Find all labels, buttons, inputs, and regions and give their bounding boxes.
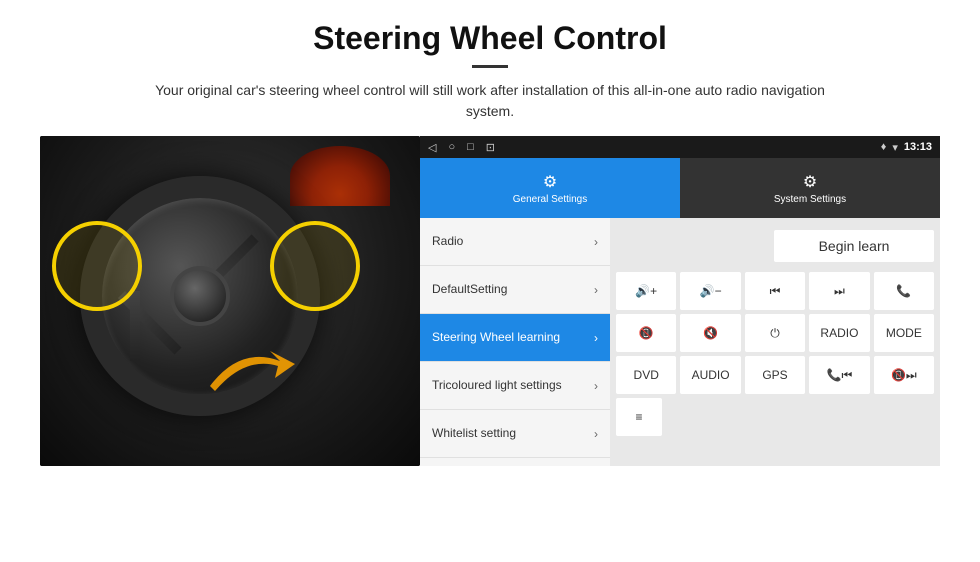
gps-button[interactable]: GPS — [745, 356, 805, 394]
menu-item-tricoloured-label: Tricoloured light settings — [432, 378, 562, 392]
menu-item-default-label: DefaultSetting — [432, 282, 507, 296]
arrow-overlay — [200, 326, 320, 406]
page-header: Steering Wheel Control Your original car… — [40, 20, 940, 122]
dvd-label: DVD — [634, 368, 659, 382]
audio-button[interactable]: AUDIO — [680, 356, 740, 394]
chevron-icon-default: › — [594, 283, 598, 297]
status-time: 13:13 — [904, 141, 932, 153]
tab-system-label: System Settings — [774, 194, 846, 205]
tel-next-icon: 📵⏭ — [891, 368, 917, 383]
status-nav-icons: ◁ ○ □ ⊡ — [428, 141, 495, 154]
wifi-icon: ▾ — [892, 141, 898, 154]
menu-icon[interactable]: ⊡ — [486, 141, 495, 154]
volume-up-button[interactable]: 🔊+ — [616, 272, 676, 310]
highlight-right — [270, 221, 360, 311]
mute-button[interactable]: 🔇 — [680, 314, 740, 352]
tel-prev-icon: 📞⏮ — [827, 368, 853, 383]
volume-down-button[interactable]: 🔊− — [680, 272, 740, 310]
menu-item-steering-wheel[interactable]: Steering Wheel learning › — [420, 314, 610, 362]
volume-up-icon: 🔊+ — [635, 284, 657, 298]
chevron-icon-whitelist: › — [594, 427, 598, 441]
status-right: ♦ ▾ 13:13 — [881, 141, 932, 154]
header-divider — [472, 65, 508, 68]
menu-list: Radio › DefaultSetting › Steering Wheel … — [420, 218, 610, 466]
phone-icon: 📞 — [896, 284, 911, 298]
gear-icon: ⚙ — [543, 172, 557, 192]
chevron-icon-steering: › — [594, 331, 598, 345]
phone-hangup-button[interactable]: 📵 — [616, 314, 676, 352]
tablet-ui: ◁ ○ □ ⊡ ♦ ▾ 13:13 ⚙ General Settings — [420, 136, 940, 466]
menu-item-whitelist[interactable]: Whitelist setting › — [420, 410, 610, 458]
chevron-icon-tricoloured: › — [594, 379, 598, 393]
hangup-icon: 📵 — [639, 326, 654, 340]
button-row-3: DVD AUDIO GPS 📞⏮ 📵⏭ — [616, 356, 934, 394]
phone-answer-button[interactable]: 📞 — [874, 272, 934, 310]
highlight-left — [52, 221, 142, 311]
list-icon: ≡ — [635, 410, 642, 424]
power-button[interactable]: ⏻ — [745, 314, 805, 352]
page-title: Steering Wheel Control — [40, 20, 940, 57]
location-icon: ♦ — [881, 141, 887, 153]
radio-label: RADIO — [820, 326, 858, 340]
chevron-icon-radio: › — [594, 235, 598, 249]
radio-button[interactable]: RADIO — [809, 314, 869, 352]
begin-learn-row: Begin learn — [616, 224, 934, 268]
home-icon[interactable]: ○ — [448, 141, 455, 154]
tab-general-settings[interactable]: ⚙ General Settings — [420, 158, 680, 218]
menu-item-whitelist-label: Whitelist setting — [432, 426, 516, 440]
button-row-1: 🔊+ 🔊− ⏮ ⏭ 📞 — [616, 272, 934, 310]
menu-item-radio-label: Radio — [432, 234, 463, 248]
dvd-button[interactable]: DVD — [616, 356, 676, 394]
mode-button[interactable]: MODE — [874, 314, 934, 352]
begin-learn-button[interactable]: Begin learn — [774, 230, 934, 262]
settings-tabs: ⚙ General Settings ⚙ System Settings — [420, 158, 940, 218]
prev-track-button[interactable]: ⏮ — [745, 272, 805, 310]
status-bar: ◁ ○ □ ⊡ ♦ ▾ 13:13 — [420, 136, 940, 158]
mute-icon: 🔇 — [703, 326, 718, 340]
back-icon[interactable]: ◁ — [428, 141, 436, 154]
mode-label: MODE — [886, 326, 922, 340]
tablet-main: Radio › DefaultSetting › Steering Wheel … — [420, 218, 940, 466]
menu-item-tricoloured[interactable]: Tricoloured light settings › — [420, 362, 610, 410]
tel-prev-button[interactable]: 📞⏮ — [809, 356, 869, 394]
system-icon: ⚙ — [803, 172, 817, 192]
right-panel: Begin learn 🔊+ 🔊− ⏮ — [610, 218, 940, 466]
steering-wheel-image — [40, 136, 420, 466]
next-track-icon: ⏭ — [834, 284, 845, 299]
prev-track-icon: ⏮ — [770, 284, 781, 299]
volume-down-icon: 🔊− — [700, 284, 722, 298]
gps-label: GPS — [762, 368, 787, 382]
tab-general-label: General Settings — [513, 194, 588, 205]
content-area: ◁ ○ □ ⊡ ♦ ▾ 13:13 ⚙ General Settings — [40, 136, 940, 466]
button-row-2: 📵 🔇 ⏻ RADIO MODE — [616, 314, 934, 352]
tab-system-settings[interactable]: ⚙ System Settings — [680, 158, 940, 218]
menu-item-default-setting[interactable]: DefaultSetting › — [420, 266, 610, 314]
audio-label: AUDIO — [692, 368, 730, 382]
next-track-button[interactable]: ⏭ — [809, 272, 869, 310]
header-description: Your original car's steering wheel contr… — [140, 80, 840, 122]
power-icon: ⏻ — [770, 326, 780, 341]
page-wrapper: Steering Wheel Control Your original car… — [0, 0, 980, 476]
button-row-4: ≡ — [616, 398, 934, 436]
tel-next-button[interactable]: 📵⏭ — [874, 356, 934, 394]
list-menu-button[interactable]: ≡ — [616, 398, 662, 436]
menu-item-radio[interactable]: Radio › — [420, 218, 610, 266]
recent-icon[interactable]: □ — [467, 141, 474, 154]
menu-item-steering-label: Steering Wheel learning — [432, 330, 560, 344]
